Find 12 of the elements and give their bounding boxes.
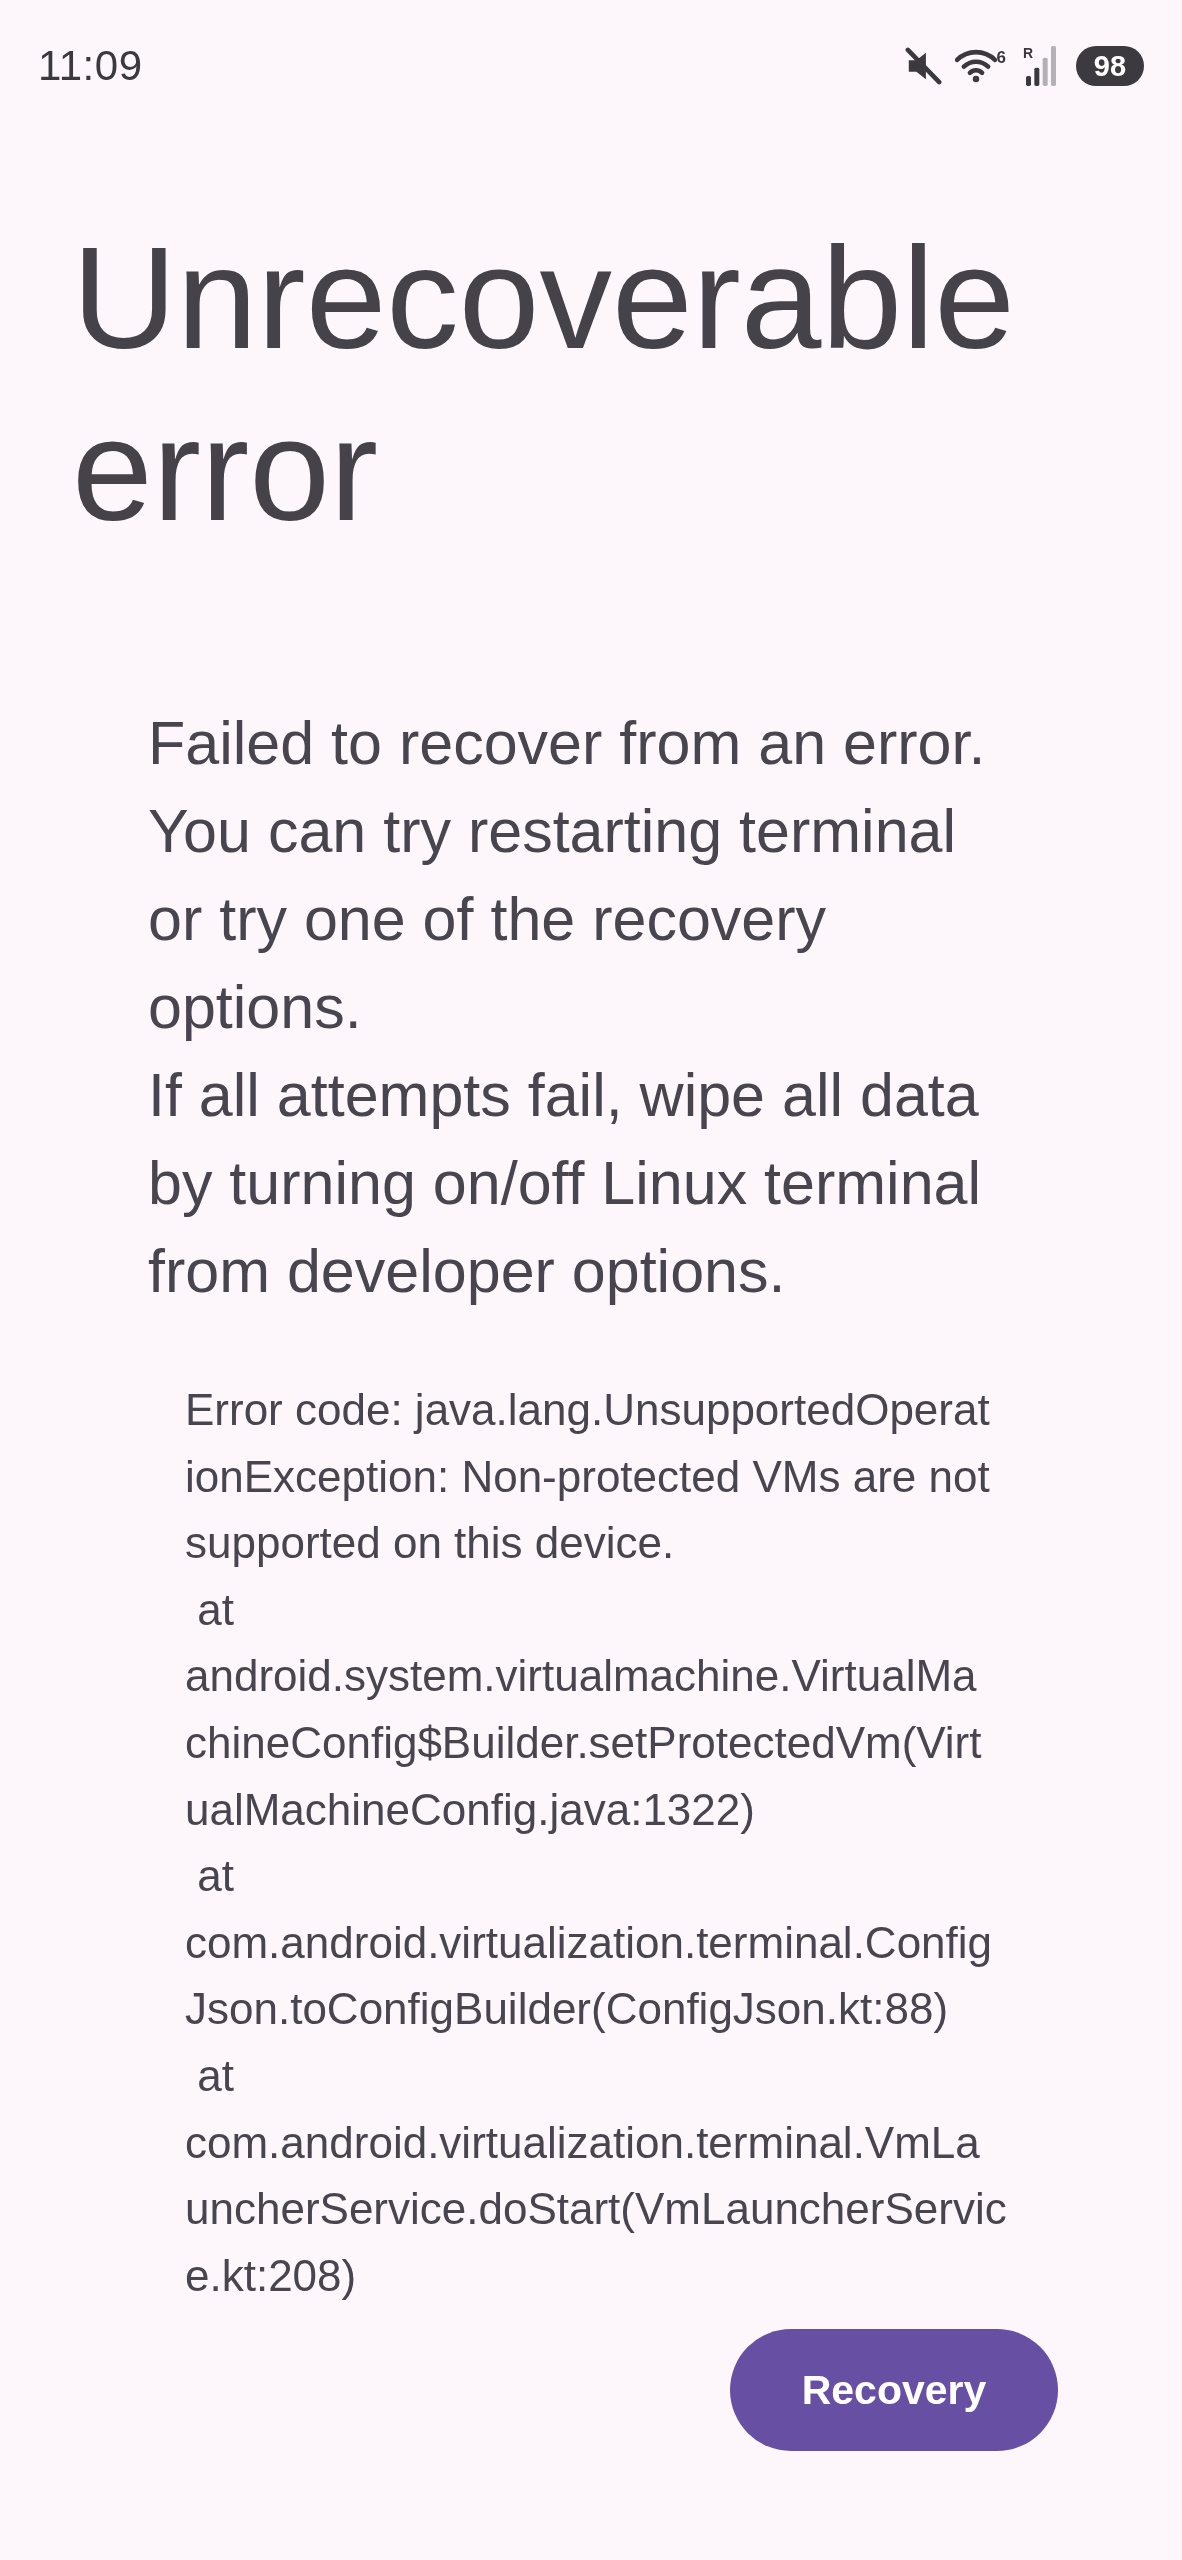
error-message: If all attempts fail, wipe all data by turning on/off Linux terminal from developer options.: [148, 1060, 983, 1307]
battery-indicator: 98: [1076, 46, 1144, 86]
wifi-standard-label: 6: [996, 49, 1006, 66]
wifi-icon: [954, 49, 997, 83]
error-details: Error code: java.lang.UnsupportedOperat ionException: Non-protected VMs are not supported on this device. at android.system.virtualmachine.VirtualMa chineConfig$Builder.setProtectedVm(Virt ualMachineConfig.java:1322) at com.android.virtualization.terminal.Config Json.toConfigBuilder(ConfigJson.kt:88) at com.android.virtualization.terminal.VmLa uncherService.doStart(VmLauncherServic e.kt:208): [185, 1384, 1007, 2302]
mute-icon: [904, 47, 943, 85]
error-title: Unrecoverable error: [72, 216, 1016, 553]
roaming-label: R: [1023, 46, 1034, 60]
recovery-button[interactable]: Recovery: [730, 2329, 1058, 2452]
signal-icon: [1024, 46, 1058, 86]
status-time: 11:09: [38, 42, 143, 90]
error-message: Failed to recover from an error. You can try restarting terminal or try one of the recovery options.: [148, 708, 987, 1043]
